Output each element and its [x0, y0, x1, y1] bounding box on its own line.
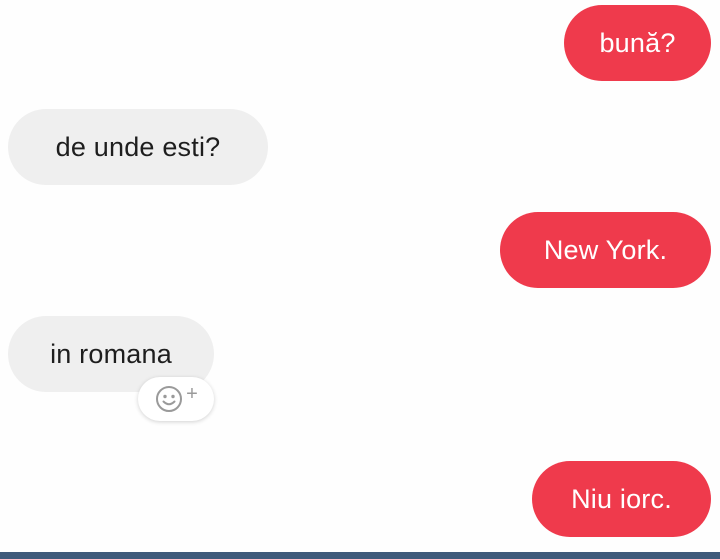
message-text: bună? — [599, 27, 676, 58]
incoming-message-bubble[interactable]: de unde esti? — [8, 109, 268, 185]
outgoing-message-bubble[interactable]: bună? — [564, 5, 711, 81]
bottom-edge-bar — [0, 552, 720, 559]
smiley-icon — [154, 384, 184, 414]
add-reaction-button[interactable]: + — [138, 377, 214, 421]
plus-icon: + — [186, 383, 198, 405]
message-text: in romana — [50, 338, 172, 369]
outgoing-message-bubble[interactable]: Niu iorc. — [532, 461, 711, 537]
chat-thread: bună? de unde esti? New York. in romana … — [0, 0, 720, 552]
outgoing-message-bubble[interactable]: New York. — [500, 212, 711, 288]
message-text: New York. — [543, 234, 668, 265]
message-text: Niu iorc. — [571, 483, 672, 514]
message-text: de unde esti? — [55, 131, 221, 162]
